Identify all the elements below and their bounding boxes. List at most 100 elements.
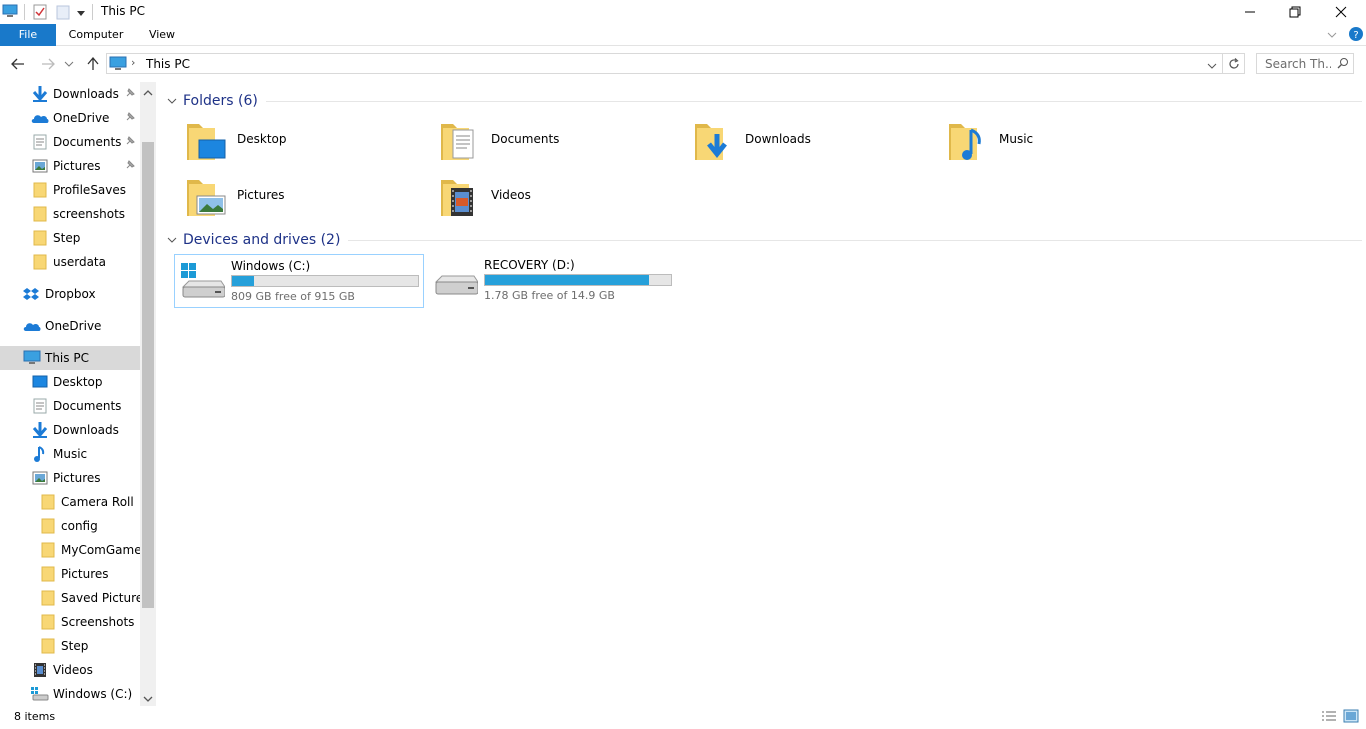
sidebar-item-windows-c[interactable]: Windows (C:) — [0, 682, 140, 706]
folder-item-videos[interactable]: Videos — [437, 172, 677, 222]
group-header-drives[interactable]: Devices and drives (2) — [167, 230, 1362, 250]
sidebar-item-downloads-pinned[interactable]: Downloads — [0, 82, 140, 106]
sidebar-item-pictures[interactable]: Pictures — [0, 466, 140, 490]
scroll-down-icon[interactable] — [143, 692, 153, 706]
folder-item-pictures[interactable]: Pictures — [183, 172, 423, 222]
up-button[interactable] — [83, 54, 103, 74]
sidebar-item-label: Documents — [53, 399, 122, 413]
minimize-button[interactable] — [1227, 0, 1273, 24]
group-divider — [265, 100, 1362, 102]
sidebar-item-label: Windows (C:) — [53, 687, 133, 701]
breadcrumb[interactable]: This PC — [146, 57, 190, 71]
sidebar-item-pictures-sub[interactable]: Pictures — [0, 562, 140, 586]
sidebar-item-label: Saved Pictures — [61, 591, 140, 605]
drive-free-space: 809 GB free of 915 GB — [231, 290, 355, 303]
sidebar-item-this-pc[interactable]: This PC — [0, 346, 140, 370]
close-button[interactable] — [1318, 0, 1364, 24]
videos-icon — [33, 662, 47, 681]
folder-icon — [41, 638, 55, 657]
drive-usage-fill — [485, 275, 649, 285]
drive-icon — [31, 687, 49, 704]
drive-item-c[interactable]: Windows (C:) 809 GB free of 915 GB — [174, 254, 424, 308]
refresh-button[interactable] — [1223, 53, 1245, 74]
sidebar-item-label: Pictures — [61, 567, 109, 581]
recent-locations-button[interactable] — [62, 54, 76, 74]
sidebar-item-profilesaves[interactable]: ProfileSaves — [0, 178, 140, 202]
nav-scrollbar[interactable] — [140, 82, 156, 706]
folder-item-music[interactable]: Music — [945, 116, 1185, 166]
sidebar-item-videos[interactable]: Videos — [0, 658, 140, 682]
sidebar-item-downloads[interactable]: Downloads — [0, 418, 140, 442]
sidebar-item-screenshots-sub[interactable]: Screenshots — [0, 610, 140, 634]
sidebar-item-label: ProfileSaves — [53, 183, 127, 197]
documents-icon — [33, 134, 47, 153]
sidebar-item-label: Downloads — [53, 87, 119, 101]
tab-file[interactable]: File — [0, 24, 56, 46]
drive-usage-bar — [231, 275, 419, 287]
folder-icon — [41, 614, 55, 633]
sidebar-item-saved-pictures[interactable]: Saved Pictures — [0, 586, 140, 610]
sidebar-item-label: Videos — [53, 663, 93, 677]
sidebar-item-camera-roll[interactable]: Camera Roll — [0, 490, 140, 514]
folder-icon — [41, 542, 55, 561]
sidebar-item-onedrive[interactable]: OneDrive — [0, 314, 140, 338]
tab-view[interactable]: View — [140, 24, 184, 46]
sidebar-item-desktop[interactable]: Desktop — [0, 370, 140, 394]
chevron-down-icon[interactable] — [167, 233, 177, 247]
back-button[interactable] — [8, 54, 28, 74]
breadcrumb-separator-icon[interactable]: › — [131, 56, 135, 69]
sidebar-item-documents-pinned[interactable]: Documents — [0, 130, 140, 154]
sidebar-item-config[interactable]: config — [0, 514, 140, 538]
sidebar-item-screenshots[interactable]: screenshots — [0, 202, 140, 226]
search-input[interactable] — [1257, 54, 1331, 73]
scrollbar-thumb[interactable] — [142, 142, 154, 608]
restore-button[interactable] — [1272, 0, 1318, 24]
group-divider — [348, 239, 1362, 241]
drive-item-d[interactable]: RECOVERY (D:) 1.78 GB free of 14.9 GB — [428, 254, 678, 308]
desktop-icon — [32, 375, 48, 392]
search-box[interactable] — [1256, 53, 1354, 74]
properties-icon[interactable] — [33, 4, 47, 23]
forward-button[interactable] — [38, 54, 58, 74]
folder-icon — [41, 518, 55, 537]
content-pane: Folders (6) Desktop Documents Downloads … — [157, 82, 1366, 706]
chevron-down-icon[interactable] — [167, 94, 177, 108]
folder-item-documents[interactable]: Documents — [437, 116, 677, 166]
folder-item-downloads[interactable]: Downloads — [691, 116, 931, 166]
folder-label: Videos — [491, 188, 531, 202]
folder-item-desktop[interactable]: Desktop — [183, 116, 423, 166]
svg-text:?: ? — [1353, 30, 1358, 41]
scroll-up-icon[interactable] — [143, 86, 153, 100]
sidebar-item-step-sub[interactable]: Step — [0, 634, 140, 658]
sidebar-item-music[interactable]: Music — [0, 442, 140, 466]
customize-quick-access-icon[interactable] — [76, 7, 86, 21]
sidebar-item-userdata[interactable]: userdata — [0, 250, 140, 274]
navigation-pane: Downloads OneDrive Documents Pictures Pr… — [0, 82, 156, 706]
sidebar-item-mycomgamec[interactable]: MyComGameC — [0, 538, 140, 562]
drive-name: Windows (C:) — [231, 259, 311, 273]
sidebar-item-onedrive-pinned[interactable]: OneDrive — [0, 106, 140, 130]
group-header-folders[interactable]: Folders (6) — [167, 91, 1362, 111]
new-folder-icon[interactable] — [56, 4, 70, 23]
address-bar[interactable]: › This PC — [106, 53, 1223, 74]
computer-icon[interactable] — [2, 4, 18, 21]
sidebar-item-step[interactable]: Step — [0, 226, 140, 250]
sidebar-item-label: Downloads — [53, 423, 119, 437]
music-folder-icon — [947, 118, 993, 164]
item-count: 8 items — [14, 710, 56, 723]
pin-icon — [124, 87, 136, 102]
sidebar-item-dropbox[interactable]: Dropbox — [0, 282, 140, 306]
sidebar-item-pictures-pinned[interactable]: Pictures — [0, 154, 140, 178]
address-dropdown-icon[interactable] — [1207, 59, 1217, 73]
sidebar-item-documents[interactable]: Documents — [0, 394, 140, 418]
folder-label: Downloads — [745, 132, 811, 146]
details-view-icon[interactable] — [1321, 710, 1337, 725]
tab-computer[interactable]: Computer — [60, 24, 132, 46]
onedrive-icon — [31, 112, 49, 127]
sidebar-item-label: Pictures — [53, 159, 101, 173]
pin-icon — [124, 111, 136, 126]
large-icons-view-icon[interactable] — [1343, 709, 1359, 726]
search-icon[interactable] — [1337, 57, 1349, 72]
expand-ribbon-icon[interactable] — [1326, 29, 1338, 43]
help-icon[interactable]: ? — [1348, 26, 1364, 45]
